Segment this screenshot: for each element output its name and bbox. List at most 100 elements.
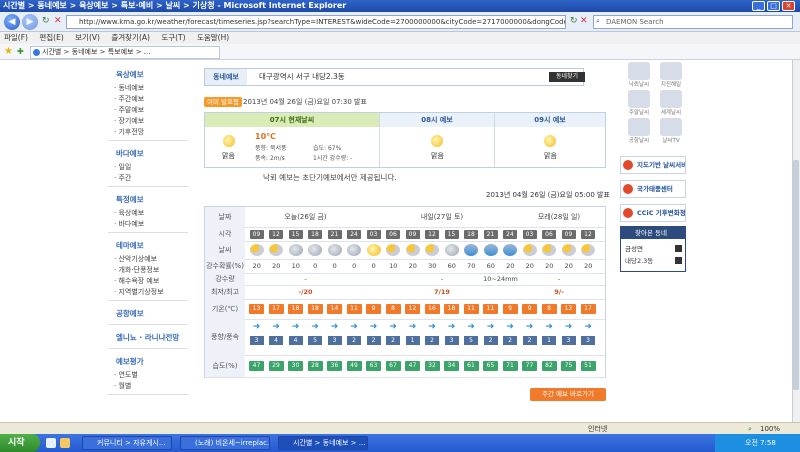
remove-icon[interactable]: [675, 257, 682, 264]
sidebar-item[interactable]: · 산악기상예보: [114, 254, 157, 264]
quicklink-label[interactable]: 세계날씨: [656, 108, 686, 116]
sidebar-item[interactable]: · 개화·단풍정보: [114, 265, 159, 275]
precip-prob-cell: 0: [371, 262, 376, 270]
wind-speed-cell: 1: [405, 336, 420, 345]
sidebar-item[interactable]: · 일일: [114, 162, 131, 172]
stop-icon[interactable]: ✕: [54, 16, 64, 26]
row-label: 시각: [205, 227, 245, 241]
current-col-title: 07시 현재날씨: [205, 113, 379, 127]
maximize-button[interactable]: □: [767, 1, 780, 11]
sidebar-item[interactable]: · 육상예보: [114, 208, 144, 218]
go-icon[interactable]: ↻: [570, 16, 578, 26]
sidebar-item[interactable]: · 장기예보: [114, 116, 144, 126]
menu-file[interactable]: 파일(F): [4, 33, 28, 42]
sidebar-item[interactable]: · 주간: [114, 173, 131, 183]
sidebar-group-title[interactable]: 바다예보: [116, 148, 144, 159]
address-input[interactable]: http://www.kma.go.kr/weather/forecast/ti…: [66, 15, 566, 29]
lightning-icon[interactable]: [628, 62, 650, 80]
menu-tools[interactable]: 도구(T): [161, 33, 185, 42]
sidebar-divider: [108, 232, 188, 233]
forecast-col-title-08: 08시 예보: [380, 113, 494, 127]
quicklink-label[interactable]: 지진해일: [656, 80, 686, 88]
remove-icon[interactable]: [675, 245, 682, 252]
sidebar-divider: [108, 300, 188, 301]
sidebar-item[interactable]: · 주말예보: [114, 105, 144, 115]
back-button[interactable]: ◀: [4, 14, 20, 30]
quicklink-label[interactable]: 주말날씨: [624, 108, 654, 116]
close-button[interactable]: ✕: [782, 1, 795, 11]
menu-view[interactable]: 보기(V): [75, 33, 100, 42]
location-text: 대구광역시 서구 내당2.3동: [259, 72, 345, 81]
precip-prob-cell: 10: [389, 262, 398, 270]
car-icon[interactable]: [628, 90, 650, 108]
sidebar-item[interactable]: · 바다예보: [114, 219, 144, 229]
wind-speed-cell: 3: [561, 336, 576, 345]
sidebar-item[interactable]: · 동네예보: [114, 83, 144, 93]
sidebar-item[interactable]: · 주간예보: [114, 94, 144, 104]
map-icon[interactable]: [660, 62, 682, 80]
precip-prob-cell: 20: [525, 262, 534, 270]
sidebar-group-title[interactable]: 예보평가: [116, 356, 144, 367]
forward-button[interactable]: ▶: [22, 14, 38, 30]
menu-edit[interactable]: 편집(E): [39, 33, 63, 42]
quicklaunch-icon[interactable]: [46, 438, 56, 448]
temp-cell: 11: [346, 304, 362, 314]
stop-icon[interactable]: ✕: [580, 16, 588, 26]
temp-cell: 12: [561, 304, 576, 314]
row-divider: [205, 299, 605, 300]
precip-prob-cell: 20: [506, 262, 515, 270]
start-button[interactable]: 시작: [0, 434, 40, 452]
task-button[interactable]: 시간별 > 동네예보 > ...: [278, 436, 368, 450]
task-button[interactable]: 커뮤니티 > 자유게시...: [82, 436, 172, 450]
row-label: 강수확률(%): [205, 259, 245, 273]
precip-prob-cell: 60: [447, 262, 456, 270]
favorites-star-icon[interactable]: ★: [4, 46, 13, 57]
sidebar-group-title[interactable]: 엘니뇨 · 라니냐전망: [116, 332, 179, 343]
row-divider: [205, 377, 605, 378]
sidebar-divider: [108, 348, 188, 349]
wind-speed-cell: 2: [503, 336, 517, 345]
quicklink-label[interactable]: 날씨TV: [656, 136, 686, 144]
sidebar-group-title[interactable]: 테마예보: [116, 240, 144, 251]
favorite-location[interactable]: 금성면: [625, 243, 643, 253]
refresh-icon[interactable]: ↻: [42, 16, 52, 26]
precip-prob-cell: 0: [332, 262, 337, 270]
sidebar-item[interactable]: · 해수욕장 예보: [114, 276, 159, 286]
sidebar-item[interactable]: · 지역별기상정보: [114, 287, 164, 297]
tv-icon[interactable]: [660, 118, 682, 136]
wind-arrow-icon: ➜: [311, 322, 319, 332]
minimize-button[interactable]: _: [752, 1, 765, 11]
quicklink-label[interactable]: 낙뢰날씨: [624, 80, 654, 88]
temp-cell: 17: [580, 304, 596, 314]
location-box: 동네예보 대구광역시 서구 내당2.3동 동네찾기: [204, 68, 585, 86]
sidebar-group-title[interactable]: 공항예보: [116, 308, 144, 319]
sidebar-group-title[interactable]: 특정예보: [116, 194, 144, 205]
hour-label: 12: [581, 230, 595, 239]
partly-cloudy-icon: [425, 244, 439, 256]
current-weather-text: 맑음: [222, 152, 235, 160]
sidebar-group-title[interactable]: 육상예보: [116, 69, 144, 80]
plane-icon[interactable]: [628, 118, 650, 136]
search-input[interactable]: DAEMON Search: [593, 15, 793, 29]
globe-icon[interactable]: [660, 90, 682, 108]
scrollbar-thumb[interactable]: [793, 160, 799, 390]
menu-help[interactable]: 도움말(H): [197, 33, 229, 42]
wind-speed-cell: 2: [366, 336, 381, 345]
sidebar-item[interactable]: · 기후전망: [114, 127, 144, 137]
favorite-location[interactable]: 내당2.3동: [625, 255, 653, 265]
search-icon: ⌕: [596, 17, 600, 25]
find-location-button[interactable]: 동네찾기: [549, 72, 585, 82]
menu-favorites[interactable]: 즐겨찾기(A): [111, 33, 150, 42]
sidebar-item[interactable]: · 월별: [114, 381, 131, 391]
browser-tab[interactable]: 시간별 > 동네예보 > 특보예보 > ...: [30, 46, 220, 59]
wind-speed-cell: 2: [483, 336, 498, 345]
weekly-forecast-button[interactable]: 주간 예보 바로가기: [530, 388, 606, 401]
add-favorite-icon[interactable]: ✚: [17, 47, 24, 56]
quicklink-label[interactable]: 공항날씨: [624, 136, 654, 144]
cloudy-icon: [327, 244, 342, 256]
quicklaunch-icon[interactable]: [60, 438, 70, 448]
task-button[interactable]: (노래) 비온세~irreplac...: [180, 436, 270, 450]
sidebar-item[interactable]: · 연도별: [114, 370, 138, 380]
wind-speed-cell: 5: [464, 336, 478, 345]
precip-prob-cell: 20: [584, 262, 593, 270]
